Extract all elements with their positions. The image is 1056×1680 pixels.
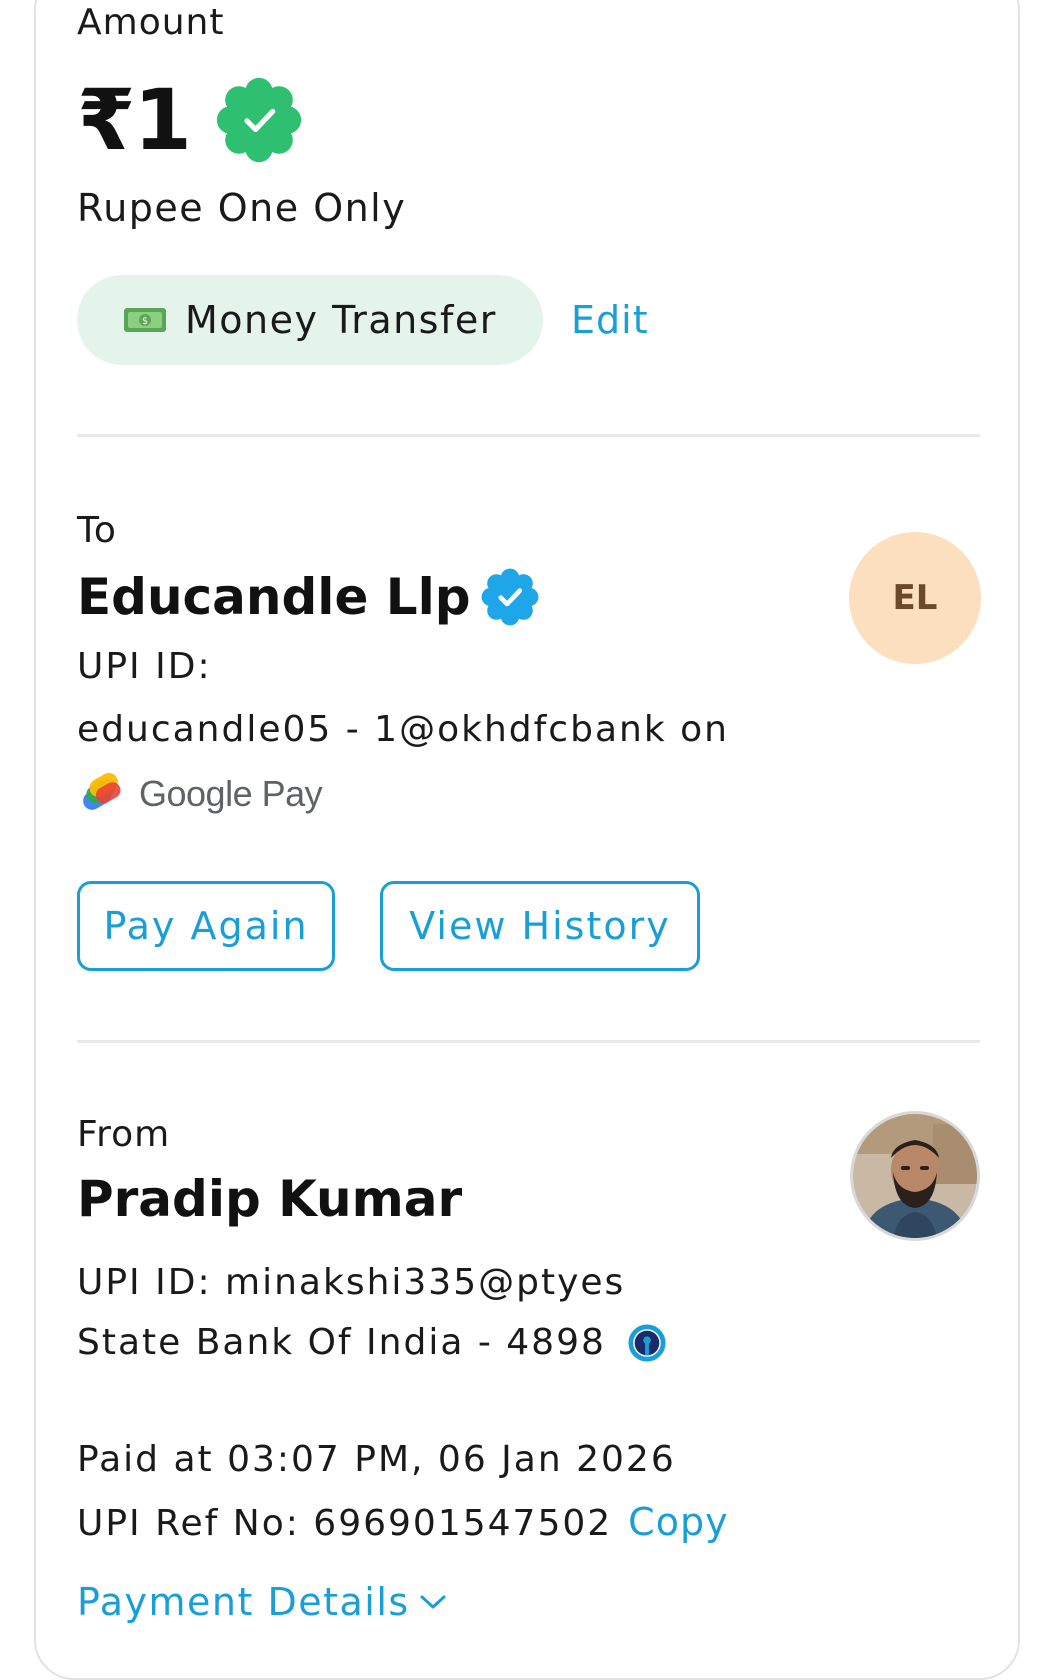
- upi-ref-row: UPI Ref No: 696901547502 Copy: [77, 1500, 729, 1544]
- view-history-button[interactable]: View History: [380, 881, 700, 971]
- divider: [77, 1040, 980, 1043]
- amount-label: Amount: [77, 2, 225, 43]
- payee-name: Educandle Llp: [77, 568, 471, 626]
- payee-upi-id: educandle05 - 1@okhdfcbank on: [77, 709, 729, 750]
- transaction-card: [34, 0, 1020, 1680]
- pay-again-button[interactable]: Pay Again: [77, 881, 335, 971]
- paid-at-timestamp: Paid at 03:07 PM, 06 Jan 2026: [77, 1439, 676, 1480]
- google-pay-text: Google Pay: [139, 773, 323, 814]
- verified-check-blue-icon: [481, 568, 538, 626]
- google-pay-logo: Google Pay: [77, 772, 323, 816]
- category-label: Money Transfer: [185, 298, 497, 342]
- payment-details-toggle[interactable]: Payment Details: [77, 1580, 448, 1624]
- google-pay-icon: [83, 772, 121, 810]
- to-label: To: [77, 510, 117, 551]
- payer-name: Pradip Kumar: [77, 1170, 463, 1228]
- sbi-logo-icon: [628, 1323, 666, 1362]
- divider: [77, 434, 980, 437]
- payee-upi-label: UPI ID:: [77, 646, 212, 687]
- payee-name-row: Educandle Llp: [77, 568, 539, 626]
- from-label: From: [77, 1114, 171, 1155]
- upi-ref-number: UPI Ref No: 696901547502: [77, 1503, 613, 1544]
- payer-bank-row: State Bank Of India - 4898: [77, 1322, 666, 1363]
- payer-upi-id: UPI ID: minakshi335@ptyes: [77, 1262, 626, 1303]
- payer-photo: [853, 1114, 977, 1238]
- chevron-down-icon: [420, 1595, 446, 1609]
- payment-details-label: Payment Details: [77, 1580, 410, 1624]
- money-bill-emoji-icon: $: [124, 308, 166, 332]
- amount-in-words: Rupee One Only: [77, 186, 407, 230]
- payer-bank: State Bank Of India - 4898: [77, 1322, 606, 1363]
- category-tag[interactable]: $ Money Transfer: [77, 275, 543, 365]
- payer-avatar: [850, 1111, 980, 1241]
- copy-ref-link[interactable]: Copy: [628, 1500, 728, 1544]
- amount-value: ₹1: [77, 71, 192, 169]
- verified-check-green-icon: [216, 77, 302, 163]
- amount-row: ₹1: [77, 70, 302, 170]
- edit-category-link[interactable]: Edit: [571, 298, 649, 342]
- payee-avatar: EL: [849, 532, 981, 664]
- svg-text:$: $: [142, 316, 148, 327]
